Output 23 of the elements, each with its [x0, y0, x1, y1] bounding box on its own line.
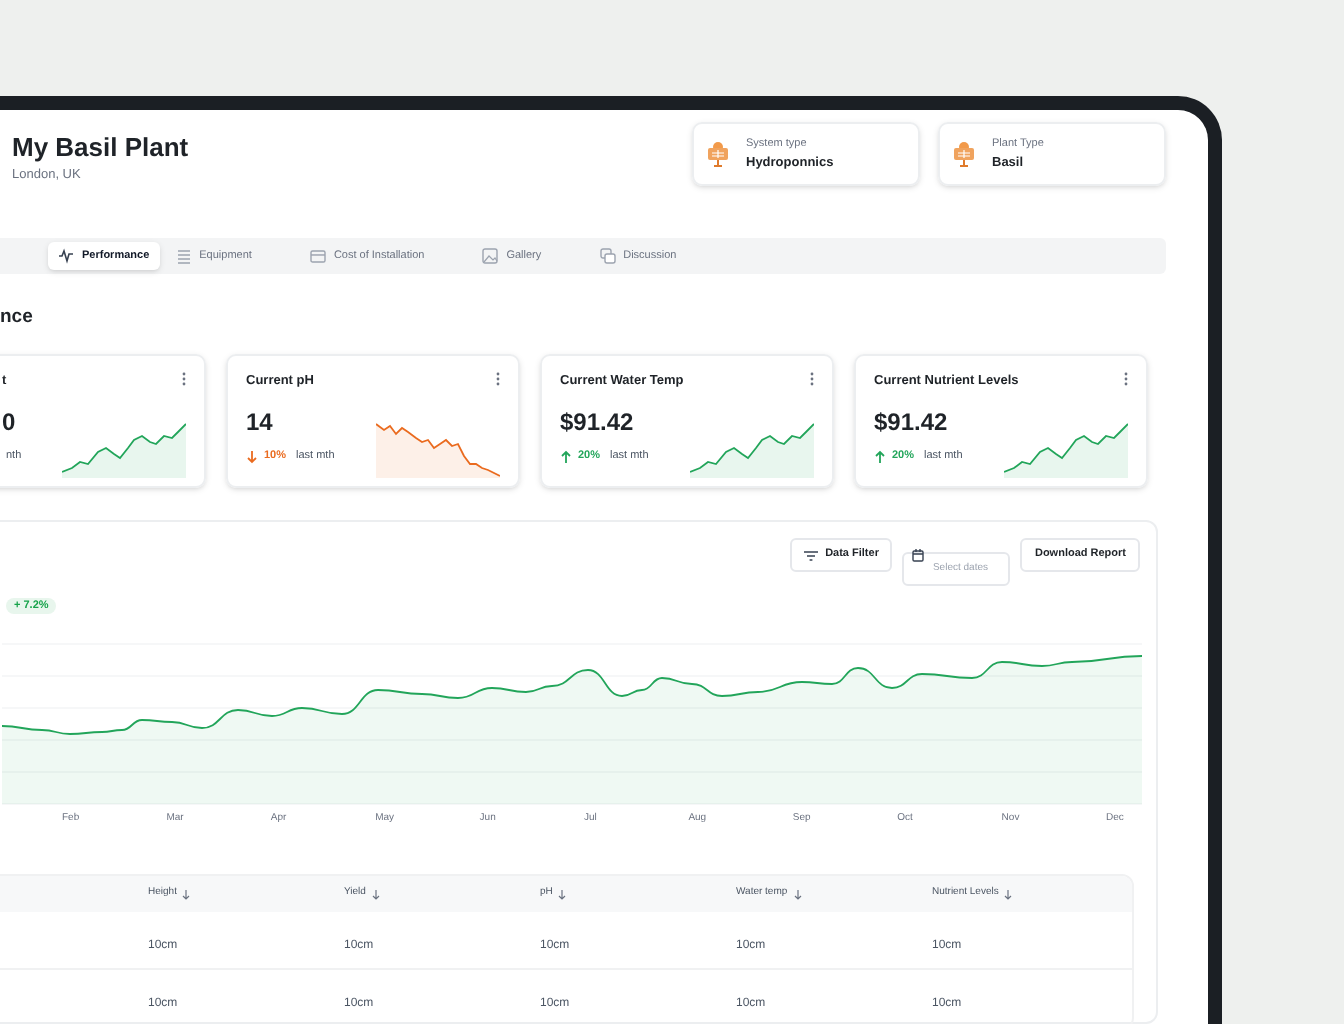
sort-arrow-icon[interactable]	[558, 889, 567, 899]
image-icon	[482, 248, 499, 264]
sort-arrow-icon[interactable]	[371, 889, 380, 899]
sign-icon	[952, 140, 976, 168]
sort-arrow-icon[interactable]	[182, 889, 191, 899]
sort-arrow-icon[interactable]	[793, 889, 802, 899]
list-icon	[175, 248, 192, 264]
card-value: 14	[246, 408, 275, 436]
sort-arrow-icon[interactable]	[1004, 889, 1013, 899]
section-title: nce	[0, 306, 35, 330]
arrow-down-icon	[246, 449, 258, 463]
chat-icon	[599, 248, 616, 264]
filter-icon	[803, 549, 818, 561]
page-title: My Basil Plant	[12, 132, 189, 164]
arrow-up-icon	[874, 449, 886, 463]
card-value: $91.42	[874, 408, 950, 436]
card-icon	[309, 248, 326, 264]
calendar-icon	[912, 548, 925, 562]
arrow-up-icon	[560, 449, 572, 463]
card-value: $91.42	[560, 408, 636, 436]
pulse-icon	[58, 248, 74, 264]
card-value: 0	[2, 408, 18, 436]
sign-icon	[706, 140, 730, 168]
